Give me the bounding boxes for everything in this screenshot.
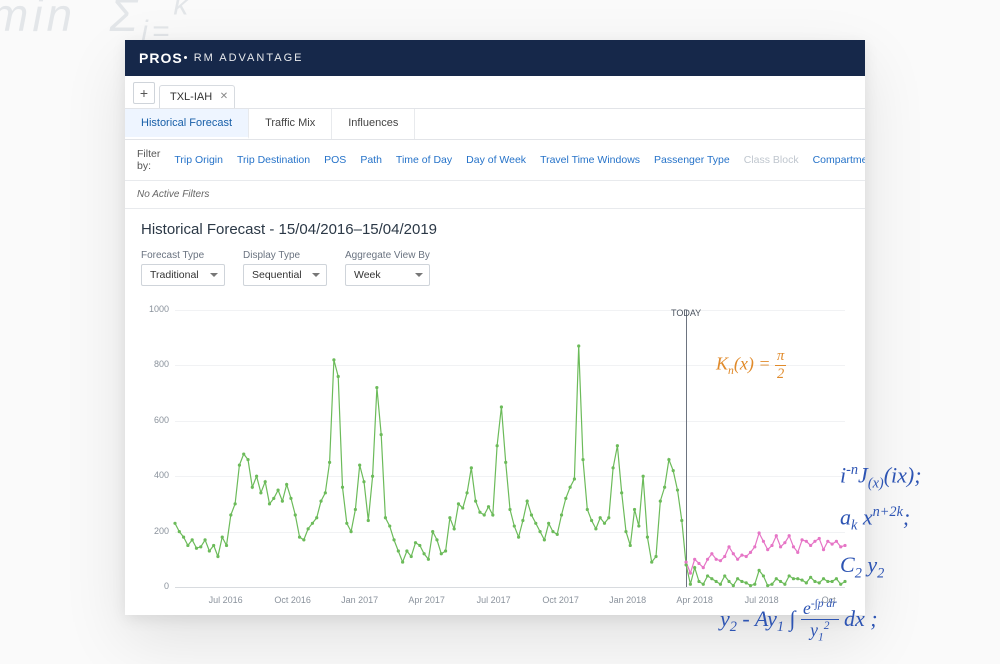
subtab-traffic-mix[interactable]: Traffic Mix [249,109,332,139]
filter-travel-time-windows[interactable]: Travel Time Windows [540,154,640,166]
filter-pos[interactable]: POS [324,154,346,166]
content-area: Historical Forecast - 15/04/2016–15/04/2… [125,209,865,615]
display-type-value: Sequential [252,269,302,281]
add-tab-button[interactable]: + [133,82,155,104]
chevron-down-icon [312,273,320,277]
no-active-filters: No Active Filters [125,181,865,209]
product-name: RM ADVANTAGE [194,52,304,64]
filter-passenger-type[interactable]: Passenger Type [654,154,730,166]
filter-day-of-week[interactable]: Day of Week [466,154,526,166]
filter-class-block: Class Block [744,154,799,166]
page-title: Historical Forecast - 15/04/2016–15/04/2… [141,221,849,238]
tab-label: TXL-IAH [170,91,212,103]
app-window: PROS RM ADVANTAGE + TXL-IAH ✕ Historical… [125,40,865,615]
chart-plot [141,300,849,607]
filter-by-label: Filter by: [137,148,160,172]
chevron-down-icon [210,273,218,277]
display-type-group: Display Type Sequential [243,250,327,286]
display-type-select[interactable]: Sequential [243,264,327,286]
aggregate-by-group: Aggregate View By Week [345,250,430,286]
controls-row: Forecast Type Traditional Display Type S… [141,250,849,286]
close-icon[interactable]: ✕ [220,91,228,102]
subtab-historical-forecast[interactable]: Historical Forecast [125,109,249,139]
subtab-influences[interactable]: Influences [332,109,415,139]
forecast-type-label: Forecast Type [141,250,225,261]
display-type-label: Display Type [243,250,327,261]
brand-dot-icon [184,56,187,59]
subtab-row: Historical Forecast Traffic Mix Influenc… [125,109,865,140]
title-bar: PROS RM ADVANTAGE [125,40,865,76]
tab-row: + TXL-IAH ✕ [125,76,865,109]
brand-logo: PROS [139,50,183,66]
filter-path[interactable]: Path [360,154,382,166]
aggregate-by-select[interactable]: Week [345,264,430,286]
chevron-down-icon [415,273,423,277]
aggregate-by-value: Week [354,269,381,281]
filter-bar: Filter by: Trip Origin Trip Destination … [125,140,865,181]
tab-txl-iah[interactable]: TXL-IAH ✕ [159,85,235,108]
forecast-type-select[interactable]: Traditional [141,264,225,286]
filter-time-of-day[interactable]: Time of Day [396,154,452,166]
historical-forecast-chart: 02004006008001000Jul 2016Oct 2016Jan 201… [141,300,849,607]
filter-trip-origin[interactable]: Trip Origin [174,154,223,166]
filter-compartment[interactable]: Compartment [813,154,865,166]
aggregate-by-label: Aggregate View By [345,250,430,261]
filter-trip-destination[interactable]: Trip Destination [237,154,310,166]
forecast-type-value: Traditional [150,269,199,281]
forecast-type-group: Forecast Type Traditional [141,250,225,286]
